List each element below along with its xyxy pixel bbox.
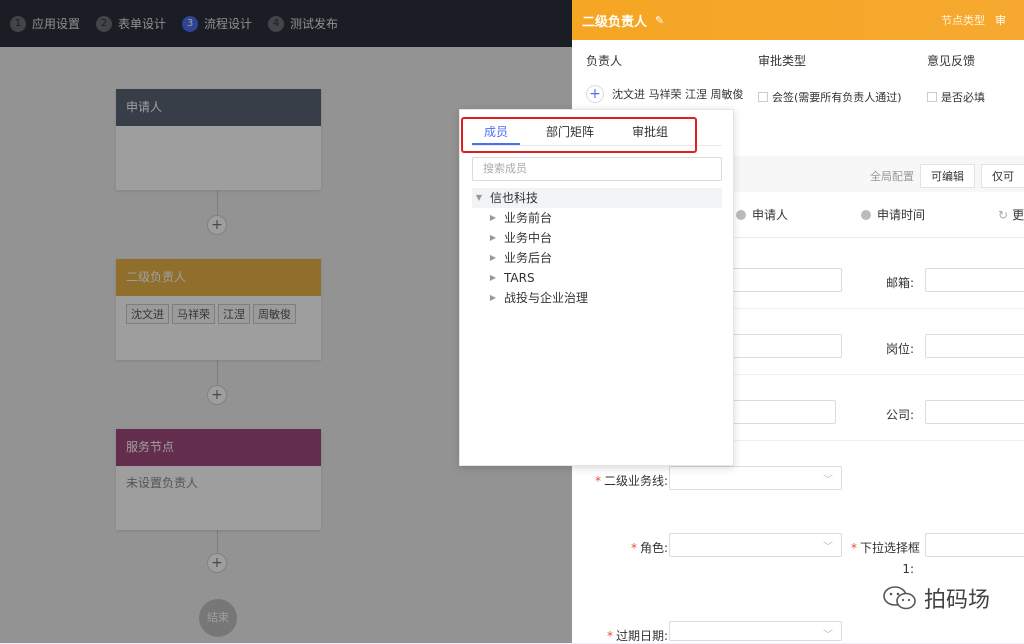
info-apply-time: 申请时间 <box>861 206 925 223</box>
field-input[interactable] <box>732 334 842 358</box>
node-type-label: 节点类型 <box>941 14 985 27</box>
member-select-popover: 成员 部门矩阵 审批组 搜索成员 ▼ 信也科技 ▶ 业务前台 ▶ 业务中台 ▶ … <box>459 109 734 466</box>
dropdown-select[interactable] <box>925 533 1024 557</box>
permission-buttons: 全局配置 可编辑 仅可 <box>870 164 1024 188</box>
status-dot <box>736 209 746 220</box>
caret-right-icon[interactable]: ▶ <box>486 248 500 268</box>
owner-label: 负责人 <box>586 54 623 68</box>
status-dot <box>861 209 871 220</box>
dropdown-suffix: 1: <box>902 562 914 576</box>
watermark: 拍码场 <box>882 582 990 614</box>
tree-node-label: 业务中台 <box>504 231 553 245</box>
post-label: 岗位: <box>885 342 914 356</box>
owner-names: 沈文进 马祥荣 江涅 周敏俊 <box>612 88 744 101</box>
role-select[interactable]: ﹀ <box>669 533 842 557</box>
drawer-header: 二级负责人 ✎ 节点类型审 <box>572 0 1024 40</box>
countersign-checkbox[interactable] <box>758 92 768 102</box>
tree-node-label: TARS <box>504 271 535 285</box>
node-type-value[interactable]: 审 <box>995 14 1006 27</box>
role-label: * 角色: <box>630 541 668 555</box>
config-row: 负责人 + 沈文进 马祥荣 江涅 周敏俊 审批类型 会签(需要所有负责人通过) … <box>586 52 1024 105</box>
feedback-section: 意见反馈 是否必填 <box>927 52 985 105</box>
readonly-button[interactable]: 仅可 <box>981 164 1024 188</box>
required-checkbox[interactable] <box>927 92 937 102</box>
chevron-down-icon: ﹀ <box>823 542 833 553</box>
required-label: 是否必填 <box>941 91 985 104</box>
tree-node[interactable]: ▶ 业务中台 <box>472 228 722 248</box>
info-more-label: 更 <box>1012 208 1024 222</box>
company-input[interactable] <box>925 400 1024 424</box>
post-input[interactable] <box>925 334 1024 358</box>
chevron-down-icon: ﹀ <box>823 630 833 641</box>
info-applicant: 申请人 <box>736 206 788 223</box>
expire-date-select[interactable]: ﹀ <box>669 621 842 641</box>
required-option[interactable]: 是否必填 <box>927 89 985 105</box>
caret-right-icon[interactable]: ▶ <box>486 228 500 248</box>
tree-node[interactable]: ▶ 战投与企业治理 <box>472 288 722 308</box>
tree-node-label: 业务后台 <box>504 251 553 265</box>
info-applicant-label: 申请人 <box>752 208 789 222</box>
edit-icon[interactable]: ✎ <box>655 14 664 27</box>
chevron-down-icon: ﹀ <box>823 475 833 486</box>
drawer-title: 二级负责人 <box>582 14 648 30</box>
tree-node-root[interactable]: ▼ 信也科技 <box>472 188 722 208</box>
biz-line-select[interactable]: ﹀ <box>669 466 842 490</box>
approval-type-section: 审批类型 会签(需要所有负责人通过) <box>758 52 902 105</box>
member-search-input[interactable]: 搜索成员 <box>472 157 722 181</box>
tree-node-label: 业务前台 <box>504 211 553 225</box>
expire-label: * 过期日期: <box>606 629 668 643</box>
countersign-option[interactable]: 会签(需要所有负责人通过) <box>758 89 902 105</box>
field-input[interactable] <box>732 400 836 424</box>
node-type: 节点类型审 <box>941 12 1006 28</box>
info-time-label: 申请时间 <box>877 208 926 222</box>
wechat-icon <box>883 586 916 610</box>
org-tree: ▼ 信也科技 ▶ 业务前台 ▶ 业务中台 ▶ 业务后台 ▶ TARS ▶ 战投与… <box>472 188 722 308</box>
biz-line-label: * 二级业务线: <box>594 474 668 488</box>
feedback-label: 意见反馈 <box>927 54 976 68</box>
global-config-label: 全局配置 <box>870 170 914 183</box>
add-owner-button[interactable]: + <box>586 85 604 103</box>
approval-type-label: 审批类型 <box>758 54 807 68</box>
owner-section: 负责人 + 沈文进 马祥荣 江涅 周敏俊 <box>586 52 744 103</box>
tree-node[interactable]: ▶ TARS <box>472 268 722 288</box>
editable-button[interactable]: 可编辑 <box>920 164 975 188</box>
caret-right-icon[interactable]: ▶ <box>486 268 500 288</box>
dropdown-label: * 下拉选择框 <box>850 541 920 555</box>
caret-right-icon[interactable]: ▶ <box>486 208 500 228</box>
email-label: 邮箱: <box>885 276 914 290</box>
owner-list: + 沈文进 马祥荣 江涅 周敏俊 <box>586 85 744 103</box>
email-input[interactable] <box>925 268 1024 292</box>
info-more: ↻ 更 <box>998 206 1024 223</box>
tree-node-label: 战投与企业治理 <box>504 291 589 305</box>
tree-node-label: 信也科技 <box>490 191 539 205</box>
caret-down-icon[interactable]: ▼ <box>472 188 486 208</box>
refresh-icon: ↻ <box>998 207 1009 222</box>
company-label: 公司: <box>885 408 914 422</box>
field-input[interactable] <box>732 268 842 292</box>
watermark-text: 拍码场 <box>923 588 990 613</box>
tab-highlight-box <box>461 117 697 153</box>
countersign-label: 会签(需要所有负责人通过) <box>772 91 902 104</box>
tree-node[interactable]: ▶ 业务前台 <box>472 208 722 228</box>
caret-right-icon[interactable]: ▶ <box>486 288 500 308</box>
tree-node[interactable]: ▶ 业务后台 <box>472 248 722 268</box>
